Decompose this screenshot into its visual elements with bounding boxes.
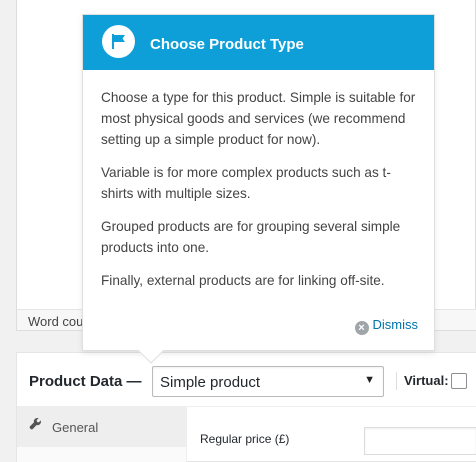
pointer-paragraph: Choose a type for this product. Simple i… [101, 90, 416, 147]
pointer-content: Choose a type for this product. Simple i… [101, 87, 423, 303]
product-data-title: Product Data — [29, 373, 142, 390]
regular-price-label: Regular price (£) [200, 432, 290, 446]
product-data-panel: Product Data — Simple product ▼ Virtual:… [16, 352, 476, 462]
dismiss-label: Dismiss [372, 317, 419, 332]
separator [396, 372, 397, 390]
flag-icon [102, 25, 135, 58]
tab-general-label: General [52, 420, 99, 435]
pointer-header: Choose Product Type [83, 15, 434, 70]
close-circle-icon: × [354, 321, 369, 335]
pointer-paragraph: Grouped products are for grouping severa… [101, 219, 401, 255]
product-data-header: Product Data — Simple product ▼ Virtual: [17, 353, 476, 407]
product-type-selected: Simple product [160, 374, 261, 391]
wrench-icon [29, 417, 42, 433]
pointer-paragraph: Variable is for more complex products su… [101, 165, 391, 201]
pointer-paragraph: Finally, external products are for linki… [101, 273, 385, 288]
virtual-label: Virtual: [404, 373, 449, 388]
choose-product-type-pointer: Choose Product Type Choose a type for th… [82, 14, 435, 351]
product-type-select[interactable]: Simple product ▼ [152, 366, 384, 397]
tab-general[interactable]: General [17, 407, 187, 447]
virtual-checkbox[interactable] [451, 373, 467, 389]
dropdown-arrow-icon: ▼ [364, 374, 375, 386]
dismiss-link[interactable]: × Dismiss [354, 317, 419, 335]
regular-price-input[interactable] [364, 427, 476, 455]
pointer-title: Choose Product Type [150, 36, 304, 53]
product-data-tabs: General [17, 407, 187, 462]
